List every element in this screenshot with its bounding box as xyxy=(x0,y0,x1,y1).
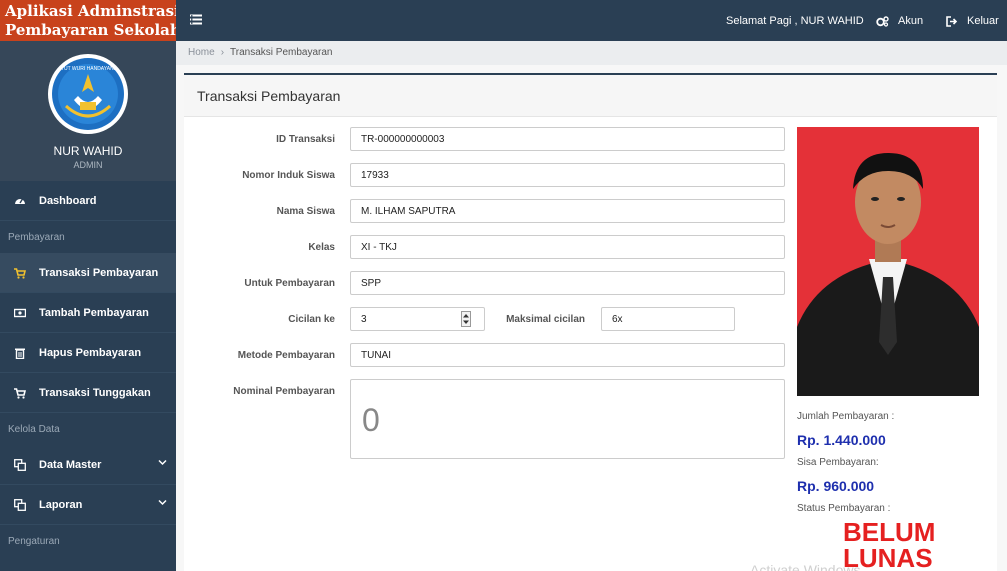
sidebar-item-dashboard[interactable]: Dashboard xyxy=(0,181,176,221)
panel-title: Transaksi Pembayaran xyxy=(184,75,997,117)
id-transaksi-field[interactable] xyxy=(350,127,785,151)
kelas-label: Kelas xyxy=(308,242,335,253)
sidebar-item-label: Tambah Pembayaran xyxy=(39,306,149,319)
logout-label: Keluar xyxy=(967,15,999,27)
sidebar-item-label: Hapus Pembayaran xyxy=(39,346,142,359)
profile-name: NUR WAHID xyxy=(53,144,123,158)
account-link[interactable]: Akun xyxy=(876,15,923,27)
profile-role: ADMIN xyxy=(73,160,103,170)
breadcrumb-separator-icon: › xyxy=(220,47,225,58)
clone-icon xyxy=(14,458,26,471)
sidebar-item-label: Data Master xyxy=(39,458,102,471)
nama-siswa-field[interactable] xyxy=(350,199,785,223)
breadcrumb-current: Transaksi Pembayaran xyxy=(230,47,333,58)
sidebar-section-pengaturan: Pengaturan xyxy=(8,535,60,547)
cicilan-label: Cicilan ke xyxy=(288,314,335,325)
id-transaksi-label: ID Transaksi xyxy=(276,134,335,145)
sidebar-item-label: Laporan xyxy=(39,498,83,511)
maksimal-cicilan-label: Maksimal cicilan xyxy=(506,314,585,325)
cogs-icon xyxy=(876,15,889,27)
metode-pembayaran-label: Metode Pembayaran xyxy=(237,350,335,361)
sidebar-item-laporan[interactable]: Laporan xyxy=(0,485,176,525)
trash-icon xyxy=(15,348,25,359)
sidebar-item-transaksi-tunggakan[interactable]: Transaksi Tunggakan xyxy=(0,373,176,413)
breadcrumb: Home › Transaksi Pembayaran xyxy=(176,41,1007,65)
money-icon xyxy=(14,308,26,317)
sidebar-item-data-master[interactable]: Data Master xyxy=(0,445,176,485)
sisa-pembayaran-label: Sisa Pembayaran: xyxy=(797,457,879,468)
sign-out-icon xyxy=(946,15,958,27)
account-label: Akun xyxy=(898,15,924,27)
nominal-pembayaran-input[interactable]: 0 xyxy=(350,379,785,459)
jumlah-pembayaran-value: Rp. 1.440.000 xyxy=(797,432,886,448)
brand-line-2: Pembayaran Sekolah xyxy=(5,21,176,39)
sidebar-item-tambah-pembayaran[interactable]: Tambah Pembayaran xyxy=(0,293,176,333)
clone-icon xyxy=(14,498,26,511)
nominal-pembayaran-label: Nominal Pembayaran xyxy=(233,386,335,397)
metode-pembayaran-field[interactable] xyxy=(350,343,785,367)
sidebar-item-label: Transaksi Pembayaran xyxy=(39,266,159,279)
cart-icon xyxy=(14,387,26,399)
gauge-icon xyxy=(15,198,25,204)
nis-field[interactable] xyxy=(350,163,785,187)
sisa-pembayaran-value: Rp. 960.000 xyxy=(797,478,875,494)
chevron-down-icon xyxy=(158,499,167,506)
greeting-text: Selamat Pagi , NUR WAHID xyxy=(726,15,864,27)
brand-line-1: Aplikasi Adminstrasi xyxy=(5,2,176,20)
profile-block: TUT WURI HANDAYANI NUR WAHID ADMIN xyxy=(0,41,176,181)
activate-windows-watermark: Activate Windows xyxy=(750,562,861,571)
kelas-field[interactable] xyxy=(350,235,785,259)
tut-wuri-handayani-logo: TUT WURI HANDAYANI xyxy=(48,54,128,134)
cart-icon xyxy=(14,267,26,279)
chevron-down-icon xyxy=(158,459,167,466)
jumlah-pembayaran-label: Jumlah Pembayaran : xyxy=(797,411,895,422)
sidebar-item-label: Transaksi Tunggakan xyxy=(39,386,151,399)
nis-label: Nomor Induk Siswa xyxy=(242,170,335,181)
nama-siswa-label: Nama Siswa xyxy=(276,206,335,217)
untuk-pembayaran-field[interactable] xyxy=(350,271,785,295)
top-navbar: Selamat Pagi , NUR WAHID Akun Keluar xyxy=(176,0,1007,41)
status-pembayaran-label: Status Pembayaran : xyxy=(797,503,891,514)
menu-bars-icon[interactable] xyxy=(190,14,202,25)
sidebar-item-hapus-pembayaran[interactable]: Hapus Pembayaran xyxy=(0,333,176,373)
sidebar-item-transaksi-pembayaran[interactable]: Transaksi Pembayaran xyxy=(0,253,176,293)
sidebar-section-pembayaran: Pembayaran xyxy=(8,231,65,243)
logo-text: TUT WURI HANDAYANI xyxy=(61,66,115,72)
logout-link[interactable]: Keluar xyxy=(946,15,999,27)
student-photo xyxy=(797,127,979,396)
sidebar: Aplikasi Adminstrasi Pembayaran Sekolah … xyxy=(0,0,176,571)
maksimal-cicilan-field[interactable] xyxy=(601,307,735,331)
sidebar-section-kelola-data: Kelola Data xyxy=(8,423,60,435)
breadcrumb-home[interactable]: Home xyxy=(188,47,215,58)
untuk-pembayaran-label: Untuk Pembayaran xyxy=(244,278,335,289)
sidebar-item-label: Dashboard xyxy=(39,194,97,207)
app-brand[interactable]: Aplikasi Adminstrasi Pembayaran Sekolah xyxy=(0,0,176,41)
